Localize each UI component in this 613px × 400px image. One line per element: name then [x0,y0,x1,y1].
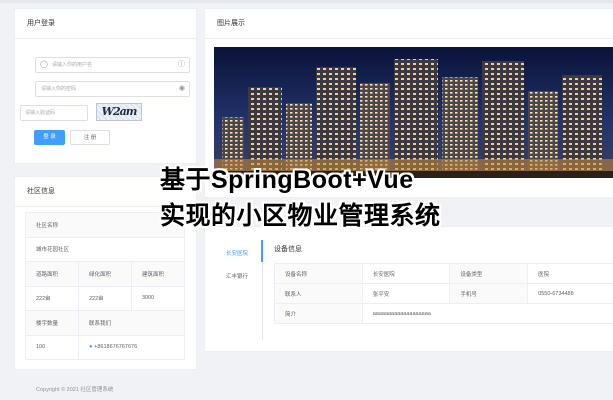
contact-person-value: 张平安 [361,283,451,304]
eye-icon[interactable]: ◉ [179,82,185,96]
contact-person-label: 联系人 [274,283,363,304]
username-input[interactable]: ◯ 请输入你的用户名 ⓘ [35,57,190,73]
road-area-label: 道路面积 [25,261,79,287]
green-area-label: 绿化面积 [78,261,132,287]
active-tab-indicator [261,240,263,262]
password-placeholder: 请输入你的密码 [41,86,77,92]
intro-label: 简介 [274,303,363,324]
building-area-value: 3000 [131,285,185,311]
login-title: 用户登录 [15,9,196,39]
tab-hsbc-bank[interactable]: 汇丰银行 [226,272,248,280]
gallery-photo [214,47,613,178]
login-button[interactable]: 登 录 [34,130,65,145]
community-name-value: 城市花园社区 [25,236,185,262]
footer-copyright: Copyright © 2021 社区管理系统 [36,387,114,393]
road-area-value: 222亩 [25,285,79,311]
community-table: 社区名称 城市花园社区 道路面积 绿化面积 建筑面积 222亩 222亩 300… [25,212,185,360]
buildings-label: 楼宇数量 [25,310,79,336]
info-circle-icon: ⓘ [178,61,185,68]
city-buildings-image [214,47,613,178]
top-bar [0,0,613,3]
device-type-value: 医院 [527,263,613,284]
captcha-input[interactable]: 请输入验证码 [20,105,88,121]
captcha-placeholder: 请输入验证码 [25,110,56,116]
contact-cell: ● +8618676767676 [78,334,185,360]
contact-value[interactable]: +8618676767676 [94,344,137,350]
phone-dot-icon: ● [89,344,93,351]
register-button[interactable]: 注 册 [70,130,110,145]
buildings-value: 100 [25,334,79,360]
device-type-label: 设备类型 [449,263,529,284]
tab-changan-hospital[interactable]: 长安医院 [226,249,248,257]
gallery-title: 图片展示 [205,9,613,39]
contact-label: 联系我们 [78,310,185,336]
password-input[interactable]: 请输入你的密码 ◉ [35,81,190,97]
captcha-image[interactable]: W2am [96,103,142,121]
username-placeholder: 请输入你的用户名 [52,62,93,68]
overlay-title-line2: 实现的小区物业管理系统 [160,202,441,230]
phone-value: 0550-6734488 [527,283,613,304]
green-area-value: 222亩 [78,285,132,311]
phone-label: 手机号 [449,283,529,304]
device-info-title: 设备信息 [274,246,302,253]
intro-value: aaaaaaaaaaaaaaaaaaa [361,303,613,324]
user-icon: ◯ [40,61,48,68]
device-name-label: 设备名称 [274,263,363,284]
building-area-label: 建筑面积 [131,261,185,287]
device-name-value: 长安医院 [361,263,451,284]
device-table: 设备名称 长安医院 设备类型 医院 联系人 张平安 手机号 0550-67344… [274,263,613,324]
overlay-title-line1: 基于SpringBoot+Vue [160,166,414,194]
